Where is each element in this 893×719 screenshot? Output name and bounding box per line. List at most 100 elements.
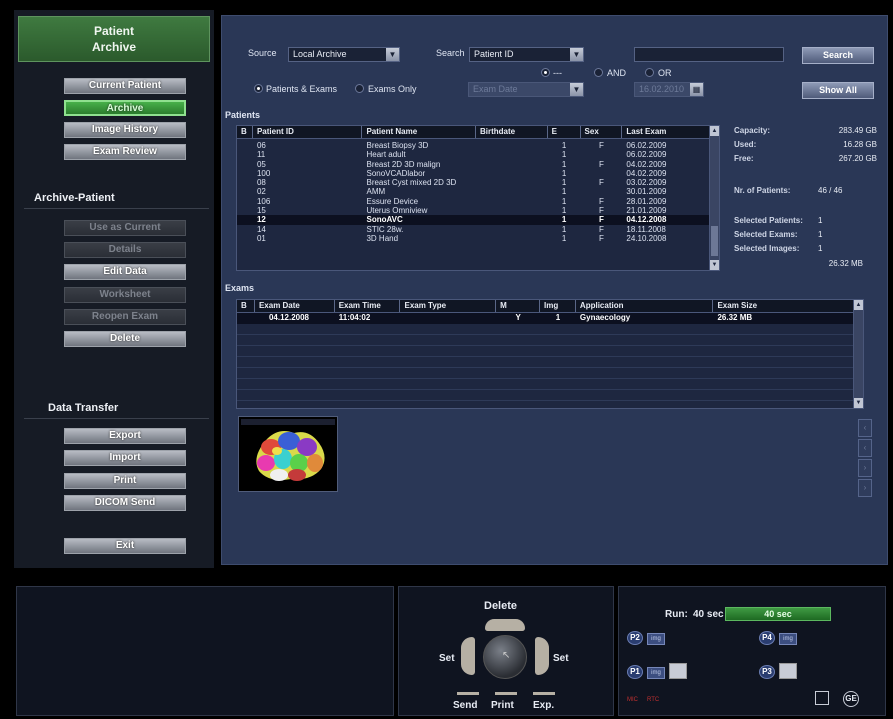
scroll-up-icon[interactable]: ▲ bbox=[854, 300, 863, 310]
column-header-application[interactable]: Application bbox=[576, 300, 714, 312]
trackball[interactable]: ↖ bbox=[483, 635, 527, 679]
patient-name-cell: Heart adult bbox=[366, 150, 406, 160]
exp-key[interactable] bbox=[533, 692, 555, 695]
show-all-button[interactable]: Show All bbox=[802, 82, 874, 99]
column-header-img[interactable]: Img bbox=[540, 300, 576, 312]
table-row[interactable]: 08 Breast Cyst mixed 2D 3D 1 F 03.02.2009 bbox=[237, 178, 709, 187]
reopen-exam-button[interactable]: Reopen Exam bbox=[64, 309, 186, 325]
trackball-key-right[interactable] bbox=[535, 637, 549, 675]
trackball-key-top[interactable] bbox=[485, 619, 525, 631]
patient-id-cell: 06 bbox=[256, 141, 266, 150]
search-label: Search bbox=[436, 48, 465, 58]
column-header-last-exam[interactable]: Last Exam bbox=[622, 126, 709, 138]
delete-key-label[interactable]: Delete bbox=[484, 600, 517, 612]
exams-scrollbar[interactable]: ▲ ▼ bbox=[853, 300, 863, 408]
exam-review-button[interactable]: Exam Review bbox=[64, 144, 186, 160]
table-row[interactable]: 100 SonoVCADlabor 1 04.02.2009 bbox=[237, 169, 709, 178]
patient-name-cell: Breast Cyst mixed 2D 3D bbox=[366, 178, 457, 188]
column-header-m[interactable]: M bbox=[496, 300, 541, 312]
dash-label: --- bbox=[553, 68, 562, 78]
column-header-patient-name[interactable]: Patient Name bbox=[362, 126, 476, 138]
birthdate-cell bbox=[476, 187, 548, 196]
archive-button[interactable]: Archive bbox=[64, 100, 186, 116]
column-header-exam-time[interactable]: Exam Time bbox=[335, 300, 401, 312]
scroll-down-icon[interactable]: ▼ bbox=[710, 260, 719, 270]
table-row[interactable]: 05 Breast 2D 3D malign 1 F 04.02.2009 bbox=[237, 160, 709, 169]
exit-button[interactable]: Exit bbox=[64, 538, 186, 554]
source-select[interactable]: Local Archive ▼ bbox=[288, 47, 400, 62]
sex-cell: F bbox=[599, 141, 604, 150]
birthdate-cell bbox=[476, 206, 548, 215]
table-row[interactable]: 11 Heart adult 1 06.02.2009 bbox=[237, 150, 709, 159]
date-value: 16.02.2010 bbox=[639, 84, 685, 94]
patient-name-cell: Uterus Omniview bbox=[366, 206, 428, 216]
set-left-label[interactable]: Set bbox=[439, 653, 455, 664]
nav-down-icon[interactable]: › bbox=[858, 479, 872, 497]
edit-data-button[interactable]: Edit Data bbox=[64, 264, 186, 280]
table-row[interactable]: 14 STIC 28w. 1 F 18.11.2008 bbox=[237, 225, 709, 234]
use-as-current-button[interactable]: Use as Current bbox=[64, 220, 186, 236]
delete-button[interactable]: Delete bbox=[64, 331, 186, 347]
patient-id-cell: 100 bbox=[256, 168, 271, 178]
exam-count-cell: 1 bbox=[561, 196, 567, 206]
p2-key[interactable]: P2 bbox=[627, 631, 643, 645]
nav-prev-icon[interactable]: ‹ bbox=[858, 439, 872, 457]
patients-exams-radio[interactable] bbox=[254, 84, 263, 93]
p1-key[interactable]: P1 bbox=[627, 665, 643, 679]
worksheet-button[interactable]: Worksheet bbox=[64, 287, 186, 303]
column-header-sex[interactable]: Sex bbox=[581, 126, 623, 138]
date-select[interactable]: 16.02.2010 ▦ bbox=[634, 82, 704, 97]
image-thumbnail[interactable] bbox=[238, 416, 338, 492]
set-right-label[interactable]: Set bbox=[553, 653, 569, 664]
column-header-exam-type[interactable]: Exam Type bbox=[400, 300, 497, 312]
used-label: Used: bbox=[734, 140, 757, 149]
export-button[interactable]: Export bbox=[64, 428, 186, 444]
and-radio[interactable] bbox=[594, 68, 603, 77]
image-history-button[interactable]: Image History bbox=[64, 122, 186, 138]
search-input[interactable] bbox=[634, 47, 784, 62]
scroll-up-icon[interactable]: ▲ bbox=[710, 126, 719, 136]
exam-date-select[interactable]: Exam Date ▼ bbox=[468, 82, 584, 97]
nav-next-icon[interactable]: › bbox=[858, 459, 872, 477]
print-button[interactable]: Print bbox=[64, 473, 186, 489]
search-field-select[interactable]: Patient ID ▼ bbox=[469, 47, 584, 62]
nav-up-icon[interactable]: ‹ bbox=[858, 419, 872, 437]
scroll-thumb[interactable] bbox=[711, 226, 718, 256]
patient-name-cell: SonoAVC bbox=[366, 215, 403, 225]
divider bbox=[24, 418, 209, 419]
send-key[interactable] bbox=[457, 692, 479, 695]
column-header-exam-size[interactable]: Exam Size bbox=[713, 300, 853, 312]
details-button[interactable]: Details bbox=[64, 242, 186, 258]
column-header-patient-id[interactable]: Patient ID bbox=[253, 126, 363, 138]
trackball-key-left[interactable] bbox=[461, 637, 475, 675]
print-key[interactable] bbox=[495, 692, 517, 695]
p4-key[interactable]: P4 bbox=[759, 631, 775, 645]
p3-key[interactable]: P3 bbox=[759, 665, 775, 679]
table-row[interactable]: 01 3D Hand 1 F 24.10.2008 bbox=[237, 234, 709, 243]
table-row[interactable]: 106 Essure Device 1 F 28.01.2009 bbox=[237, 197, 709, 206]
table-row[interactable]: 06 Breast Biopsy 3D 1 F 06.02.2009 bbox=[237, 141, 709, 150]
column-header-b[interactable]: B bbox=[237, 300, 255, 312]
column-header-e[interactable]: E bbox=[548, 126, 581, 138]
column-header-birthdate[interactable]: Birthdate bbox=[476, 126, 548, 138]
or-radio[interactable] bbox=[645, 68, 654, 77]
table-row-selected[interactable]: 12 SonoAVC 1 F 04.12.2008 bbox=[237, 215, 709, 225]
run-value: 40 sec bbox=[693, 609, 724, 620]
exams-only-radio[interactable] bbox=[355, 84, 364, 93]
exams-section-label: Exams bbox=[225, 283, 255, 293]
table-row[interactable]: 02 AMM 1 30.01.2009 bbox=[237, 187, 709, 196]
search-button[interactable]: Search bbox=[802, 47, 874, 64]
column-header-exam-date[interactable]: Exam Date bbox=[255, 300, 335, 312]
last-exam-cell: 30.01.2009 bbox=[626, 187, 667, 197]
ge-logo: GE bbox=[843, 691, 859, 707]
scroll-down-icon[interactable]: ▼ bbox=[854, 398, 863, 408]
b-cell bbox=[237, 313, 255, 324]
import-button[interactable]: Import bbox=[64, 450, 186, 466]
patients-scrollbar[interactable]: ▲ ▼ bbox=[709, 126, 719, 270]
column-header-b[interactable]: B bbox=[237, 126, 253, 138]
dicom-send-button[interactable]: DICOM Send bbox=[64, 495, 186, 511]
table-row[interactable]: 15 Uterus Omniview 1 F 21.01.2009 bbox=[237, 206, 709, 215]
dash-radio[interactable] bbox=[541, 68, 550, 77]
table-row-selected[interactable]: 04.12.2008 11:04:02 Y 1 Gynaecology 26.3… bbox=[237, 313, 853, 324]
current-patient-button[interactable]: Current Patient bbox=[64, 78, 186, 94]
